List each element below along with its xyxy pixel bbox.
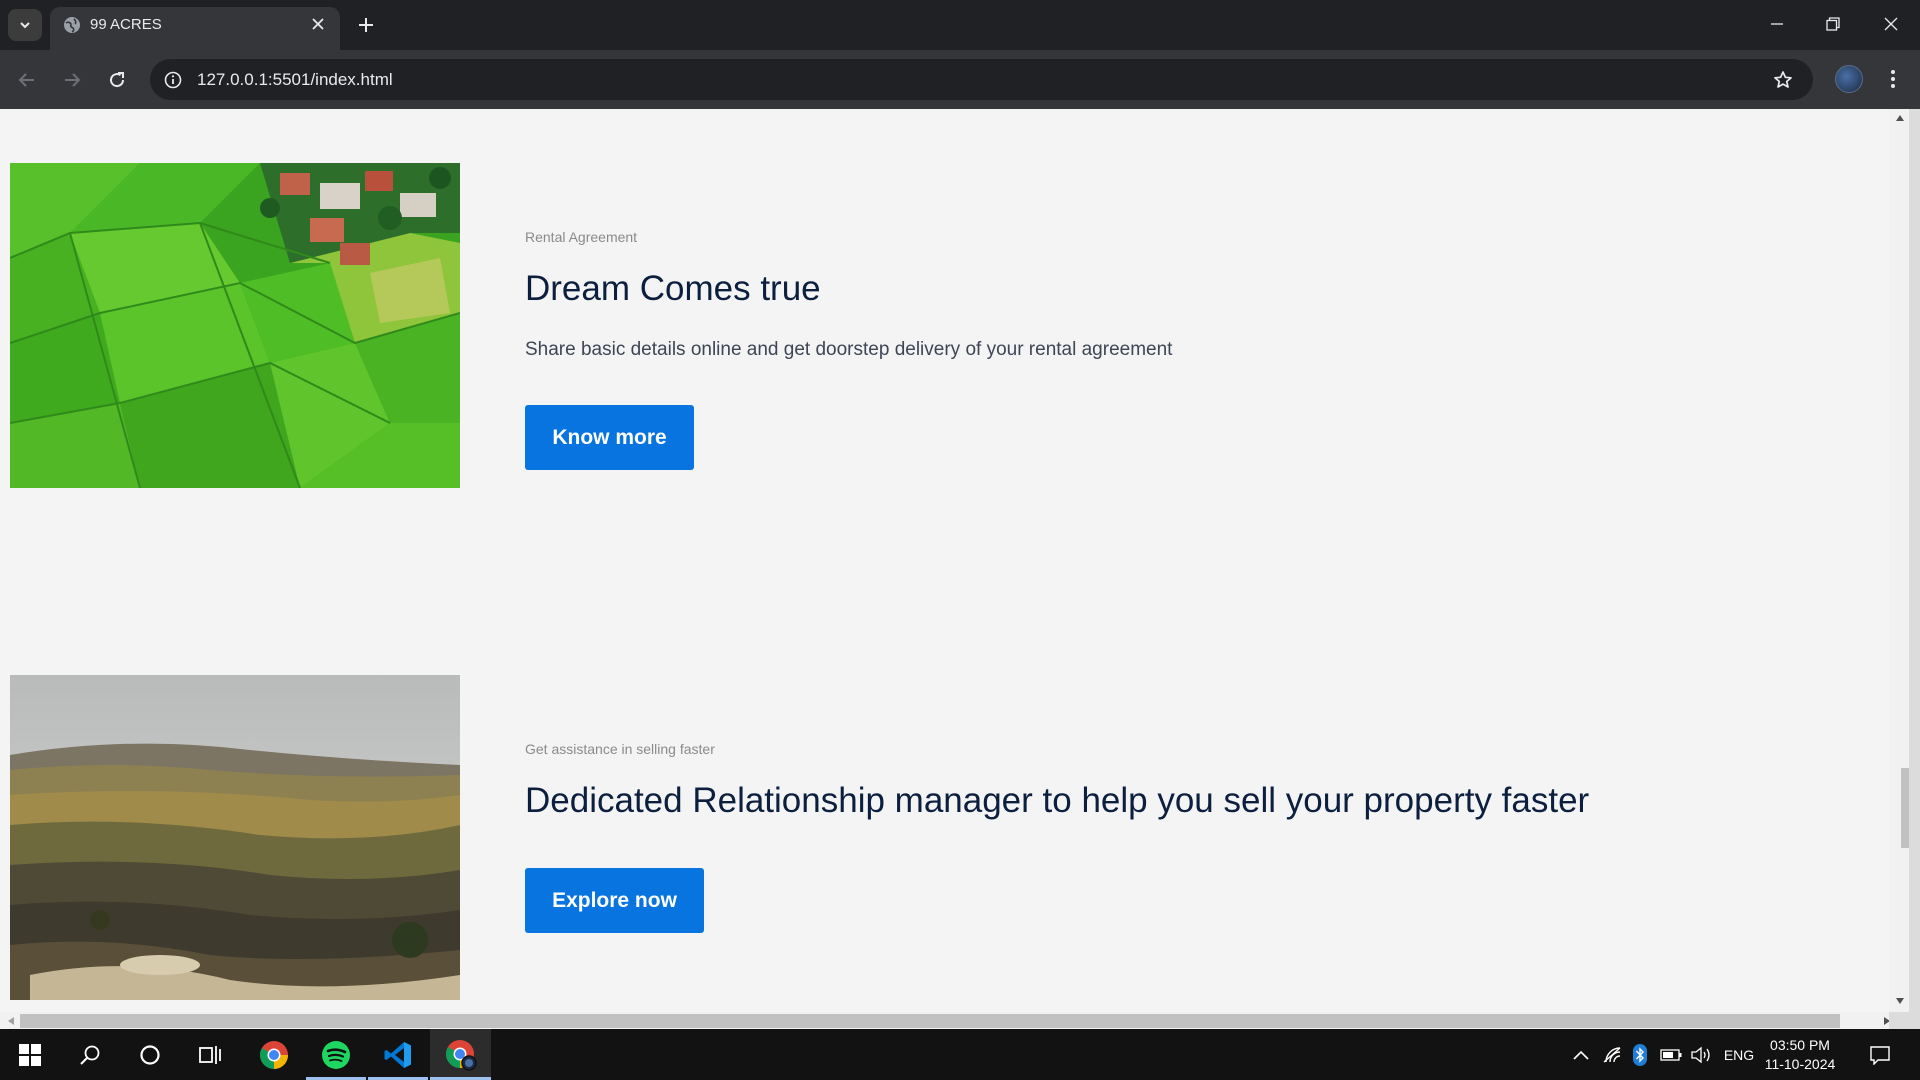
language-indicator[interactable]: ENG bbox=[1719, 1044, 1759, 1066]
forward-button[interactable] bbox=[56, 64, 88, 96]
clock-time: 03:50 PM bbox=[1770, 1037, 1830, 1053]
windows-taskbar: ENG 03:50 PM 11-10-2024 bbox=[0, 1029, 1920, 1080]
browser-tab-bar: 99 ACRES bbox=[0, 0, 1920, 50]
close-icon bbox=[312, 18, 324, 30]
star-icon bbox=[1774, 71, 1792, 88]
scroll-corner bbox=[1889, 1012, 1920, 1029]
arrow-left-icon bbox=[18, 73, 34, 87]
start-button[interactable] bbox=[0, 1029, 60, 1080]
spotify-icon bbox=[322, 1040, 350, 1069]
vertical-scrollbar[interactable] bbox=[1889, 109, 1909, 1012]
task-view-icon bbox=[199, 1045, 221, 1064]
url-text[interactable]: 127.0.0.1:5501/index.html bbox=[197, 70, 393, 90]
chrome-profile-icon bbox=[445, 1039, 477, 1071]
section-eyebrow: Rental Agreement bbox=[525, 229, 638, 245]
know-more-button[interactable]: Know more bbox=[525, 405, 694, 470]
tab-title: 99 ACRES bbox=[90, 16, 162, 33]
page-viewport: Rental Agreement Dream Comes true Share … bbox=[0, 109, 1889, 1012]
bluetooth-icon bbox=[1633, 1044, 1647, 1066]
vscode-icon bbox=[384, 1041, 411, 1068]
rental-agreement-section: Rental Agreement Dream Comes true Share … bbox=[10, 163, 1880, 488]
scroll-up-arrow-icon[interactable] bbox=[1895, 114, 1905, 122]
reload-button[interactable] bbox=[101, 64, 133, 96]
globe-icon bbox=[64, 17, 80, 33]
section-description: Share basic details online and get doors… bbox=[525, 339, 1173, 360]
hills-landscape-image bbox=[10, 675, 460, 1000]
minimize-button[interactable] bbox=[1754, 6, 1800, 42]
volume-button[interactable] bbox=[1688, 1044, 1714, 1066]
farm-fields-image bbox=[10, 163, 460, 488]
restore-icon bbox=[1826, 17, 1840, 31]
explore-now-button[interactable]: Explore now bbox=[525, 868, 704, 933]
tab-search-button[interactable] bbox=[8, 9, 42, 41]
taskbar-spotify[interactable] bbox=[306, 1029, 366, 1080]
site-info-button[interactable] bbox=[162, 69, 184, 91]
address-bar[interactable]: 127.0.0.1:5501/index.html bbox=[150, 59, 1813, 100]
profile-avatar[interactable] bbox=[1835, 65, 1863, 93]
bluetooth-button[interactable] bbox=[1630, 1044, 1650, 1066]
chrome-icon bbox=[260, 1040, 288, 1069]
close-icon bbox=[1884, 17, 1898, 31]
cortana-button[interactable] bbox=[120, 1029, 180, 1080]
seller-assistance-section: Get assistance in selling faster Dedicat… bbox=[10, 675, 1880, 1000]
search-button[interactable] bbox=[60, 1029, 120, 1080]
window-edge bbox=[1909, 109, 1920, 1012]
taskbar-chrome[interactable] bbox=[244, 1029, 304, 1080]
scroll-down-arrow-icon[interactable] bbox=[1895, 997, 1905, 1005]
wifi-icon bbox=[1603, 1047, 1621, 1063]
taskbar-vscode[interactable] bbox=[368, 1029, 428, 1080]
notifications-button[interactable] bbox=[1866, 1044, 1894, 1066]
info-icon bbox=[164, 71, 182, 89]
horizontal-scroll-thumb[interactable] bbox=[20, 1014, 1840, 1028]
scroll-left-arrow-icon[interactable] bbox=[7, 1016, 15, 1026]
new-tab-button[interactable] bbox=[353, 12, 379, 38]
section-heading: Dedicated Relationship manager to help y… bbox=[525, 781, 1590, 820]
chevron-down-icon bbox=[20, 22, 30, 29]
more-vert-icon bbox=[1891, 70, 1895, 88]
notification-icon bbox=[1870, 1046, 1890, 1065]
arrow-right-icon bbox=[65, 73, 81, 87]
clock-date: 11-10-2024 bbox=[1764, 1056, 1836, 1072]
browser-tab[interactable]: 99 ACRES bbox=[50, 7, 340, 50]
restore-button[interactable] bbox=[1810, 6, 1856, 42]
section-heading: Dream Comes true bbox=[525, 269, 821, 308]
taskbar-clock[interactable]: 03:50 PM 11-10-2024 bbox=[1760, 1036, 1840, 1074]
battery-icon bbox=[1660, 1049, 1682, 1061]
browser-menu-button[interactable] bbox=[1880, 64, 1906, 94]
plus-icon bbox=[359, 18, 373, 32]
taskbar-chrome-active[interactable] bbox=[430, 1029, 491, 1080]
windows-logo-icon bbox=[19, 1043, 41, 1066]
speaker-icon bbox=[1691, 1046, 1710, 1064]
search-icon bbox=[80, 1045, 100, 1065]
task-view-button[interactable] bbox=[180, 1029, 240, 1080]
battery-button[interactable] bbox=[1658, 1044, 1684, 1066]
tab-close-button[interactable] bbox=[308, 14, 328, 34]
close-window-button[interactable] bbox=[1868, 6, 1914, 42]
network-button[interactable] bbox=[1600, 1044, 1624, 1066]
reload-icon bbox=[110, 72, 125, 88]
show-hidden-icons-button[interactable] bbox=[1570, 1044, 1592, 1066]
bookmark-button[interactable] bbox=[1771, 68, 1795, 92]
back-button[interactable] bbox=[11, 64, 43, 96]
chevron-up-icon bbox=[1573, 1050, 1589, 1060]
cortana-circle-icon bbox=[140, 1044, 160, 1065]
minimize-icon bbox=[1771, 23, 1783, 25]
section-eyebrow: Get assistance in selling faster bbox=[525, 741, 715, 757]
browser-toolbar: 127.0.0.1:5501/index.html bbox=[0, 50, 1920, 109]
